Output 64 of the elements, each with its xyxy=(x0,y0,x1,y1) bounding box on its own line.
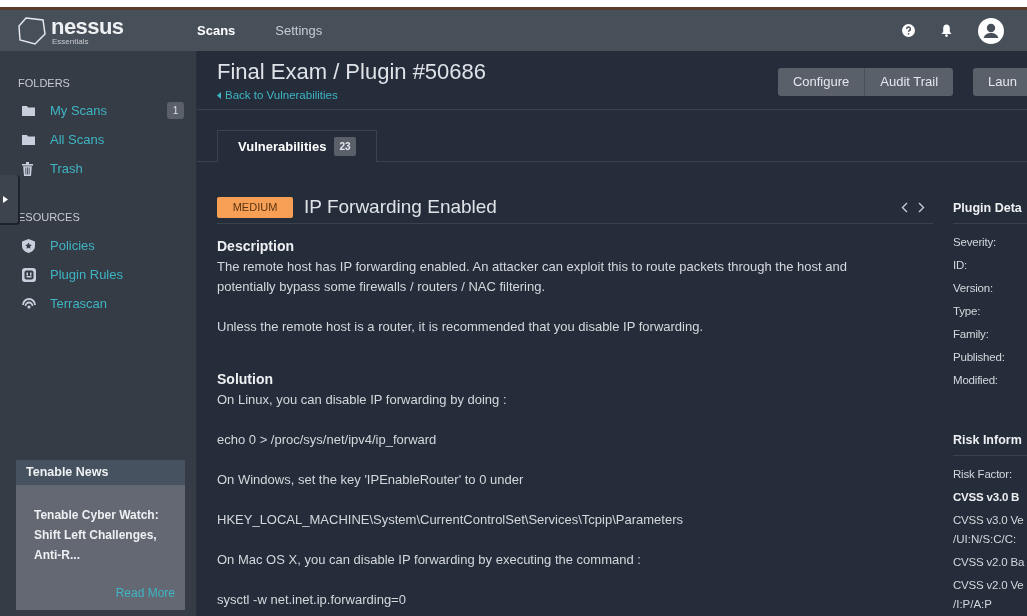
sidebar-link[interactable]: Plugin Rules xyxy=(50,264,123,285)
panel-heading: Risk Inform xyxy=(953,424,1027,456)
launch-button[interactable]: Laun xyxy=(973,68,1027,96)
bell-icon[interactable] xyxy=(941,24,952,37)
hexagon-logo-icon xyxy=(17,15,47,46)
paragraph: sysctl -w net.inet.ip.forwarding=0 xyxy=(217,591,407,609)
next-icon[interactable] xyxy=(918,202,925,213)
sidebar-link[interactable]: My Scans xyxy=(50,100,108,121)
nav-tab[interactable]: Settings xyxy=(275,20,323,41)
chevron-left-icon xyxy=(217,92,221,100)
folder-icon xyxy=(22,105,35,116)
detail-value: /I:P/A:P xyxy=(953,597,993,612)
detail-label: ID: xyxy=(953,258,969,273)
detail-label: CVSS v2.0 Ve xyxy=(953,578,1025,593)
section-heading: FOLDERS xyxy=(17,76,71,91)
paragraph: Unless the remote host is a router, it is recommended that you disable IP forwarding. xyxy=(217,318,705,336)
logo-text: nessus xyxy=(51,15,124,38)
user-avatar-icon[interactable] xyxy=(978,17,1004,44)
toolbar-button[interactable]: Audit Trail xyxy=(865,68,954,96)
detail-label: Modified: xyxy=(953,373,999,388)
tab[interactable]: Vulnerabilities 23 xyxy=(217,130,377,162)
detail-label: Published: xyxy=(953,350,1006,365)
tab-label: Vulnerabilities xyxy=(238,137,327,156)
vulnerability-title: IP Forwarding Enabled xyxy=(304,195,497,220)
paragraph: echo 0 > /proc/sys/net/ipv4/ip_forward xyxy=(217,431,438,449)
logo-subtitle: Essentials xyxy=(51,37,90,46)
section-heading: Solution xyxy=(217,370,274,389)
paragraph: The remote host has IP forwarding enabled. An attacker can exploit this to route packets through the host and potentially bypass some firewalls / routers / NAC filtering. xyxy=(217,258,848,296)
detail-label: CVSS v3.0 B xyxy=(953,490,1021,505)
sidebar-link[interactable]: Trash xyxy=(50,158,83,179)
play-icon xyxy=(3,195,8,203)
sidebar-toggle[interactable] xyxy=(0,175,20,225)
sidebar-link[interactable]: All Scans xyxy=(50,129,105,150)
news-header: Tenable News xyxy=(16,460,185,485)
panel-heading: Plugin Deta xyxy=(953,192,1027,224)
detail-label: Family: xyxy=(953,327,990,342)
detail-label: CVSS v2.0 Ba xyxy=(953,555,1026,570)
detail-label: Version: xyxy=(953,281,994,296)
sidebar-link[interactable]: Terrascan xyxy=(50,293,108,314)
detail-value: /UI:N/S:C/C: xyxy=(953,532,1018,547)
count-badge: 1 xyxy=(167,102,184,119)
back-link[interactable]: Back to Vulnerabilities xyxy=(217,87,487,105)
trash-icon xyxy=(22,161,33,176)
count-badge: 23 xyxy=(334,137,356,156)
section-heading: ESOURCES xyxy=(17,210,81,225)
detail-label: Risk Factor: xyxy=(953,467,1013,482)
nav-tab[interactable]: Scans xyxy=(197,20,236,41)
shield-star-icon xyxy=(22,238,35,253)
paragraph: On Mac OS X, you can disable IP forwarding by executing the command : xyxy=(217,551,642,569)
paragraph: HKEY_LOCAL_MACHINE\System\CurrentControlSet\Services\Tcpip\Parameters xyxy=(217,511,684,529)
paragraph: On Linux, you can disable IP forwarding by doing : xyxy=(217,391,508,409)
detail-label: CVSS v3.0 Ve xyxy=(953,513,1025,528)
detail-label: Severity: xyxy=(953,235,997,250)
detail-label: Type: xyxy=(953,304,982,319)
page-title: Final Exam / Plugin #50686 xyxy=(217,58,487,86)
section-heading: Description xyxy=(217,237,295,256)
paragraph: On Windows, set the key 'IPEnableRouter' to 0 under xyxy=(217,471,525,489)
help-icon[interactable] xyxy=(902,24,915,37)
folder-icon xyxy=(22,134,35,145)
sidebar-link[interactable]: Policies xyxy=(50,235,95,256)
previous-icon[interactable] xyxy=(901,202,908,213)
toolbar-button[interactable]: Configure xyxy=(777,68,866,96)
severity-badge: MEDIUM xyxy=(217,197,293,218)
news-headline: Tenable Cyber Watch: Shift Left Challenges, Anti-R... xyxy=(34,507,160,564)
